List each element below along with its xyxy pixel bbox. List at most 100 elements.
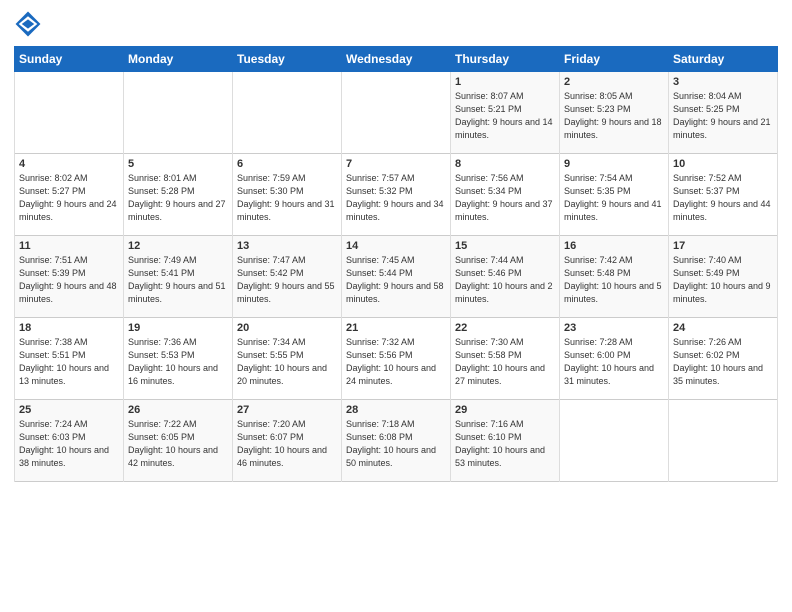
day-info: Sunrise: 7:34 AMSunset: 5:55 PMDaylight:… [237, 336, 337, 388]
day-info: Sunrise: 7:42 AMSunset: 5:48 PMDaylight:… [564, 254, 664, 306]
calendar-cell: 1 Sunrise: 8:07 AMSunset: 5:21 PMDaylight… [451, 72, 560, 154]
calendar-container: SundayMondayTuesdayWednesdayThursdayFrid… [0, 0, 792, 488]
day-number: 14 [346, 240, 446, 252]
logo-icon [14, 10, 42, 38]
calendar-cell: 25 Sunrise: 7:24 AMSunset: 6:03 PMDayligh… [15, 400, 124, 482]
calendar-week-row: 18 Sunrise: 7:38 AMSunset: 5:51 PMDayligh… [15, 318, 778, 400]
calendar-cell: 19 Sunrise: 7:36 AMSunset: 5:53 PMDayligh… [124, 318, 233, 400]
weekday-header: Saturday [669, 47, 778, 72]
weekday-header: Wednesday [342, 47, 451, 72]
calendar-cell [560, 400, 669, 482]
day-info: Sunrise: 8:01 AMSunset: 5:28 PMDaylight:… [128, 172, 228, 224]
day-number: 20 [237, 322, 337, 334]
day-number: 9 [564, 158, 664, 170]
calendar-cell: 22Sunrise: 7:30 AMSunset: 5:58 PMDayligh… [451, 318, 560, 400]
day-number: 1 [455, 76, 555, 88]
weekday-header: Thursday [451, 47, 560, 72]
day-number: 29 [455, 404, 555, 416]
calendar-cell: 21 Sunrise: 7:32 AMSunset: 5:56 PMDayligh… [342, 318, 451, 400]
calendar-cell: 13 Sunrise: 7:47 AMSunset: 5:42 PMDayligh… [233, 236, 342, 318]
day-info: Sunrise: 8:04 AMSunset: 5:25 PMDaylight:… [673, 90, 773, 142]
day-number: 23 [564, 322, 664, 334]
day-number: 19 [128, 322, 228, 334]
day-number: 8 [455, 158, 555, 170]
day-number: 10 [673, 158, 773, 170]
weekday-header: Friday [560, 47, 669, 72]
day-number: 7 [346, 158, 446, 170]
calendar-cell: 16 Sunrise: 7:42 AMSunset: 5:48 PMDayligh… [560, 236, 669, 318]
day-info: Sunrise: 7:30 AMSunset: 5:58 PMDaylight:… [455, 336, 555, 388]
day-info: Sunrise: 7:40 AMSunset: 5:49 PMDaylight:… [673, 254, 773, 306]
calendar-cell: 27Sunrise: 7:20 AMSunset: 6:07 PMDayligh… [233, 400, 342, 482]
day-number: 11 [19, 240, 119, 252]
day-info: Sunrise: 7:26 AMSunset: 6:02 PMDaylight:… [673, 336, 773, 388]
day-number: 27 [237, 404, 337, 416]
calendar-week-row: 4Sunrise: 8:02 AMSunset: 5:27 PMDaylight… [15, 154, 778, 236]
header [14, 10, 778, 38]
calendar-cell [15, 72, 124, 154]
calendar-cell: 26 Sunrise: 7:22 AMSunset: 6:05 PMDayligh… [124, 400, 233, 482]
calendar-cell: 2 Sunrise: 8:05 AMSunset: 5:23 PMDaylight… [560, 72, 669, 154]
calendar-cell: 14 Sunrise: 7:45 AMSunset: 5:44 PMDayligh… [342, 236, 451, 318]
day-number: 6 [237, 158, 337, 170]
day-number: 16 [564, 240, 664, 252]
calendar-cell: 17 Sunrise: 7:40 AMSunset: 5:49 PMDayligh… [669, 236, 778, 318]
calendar-cell: 8 Sunrise: 7:56 AMSunset: 5:34 PMDaylight… [451, 154, 560, 236]
day-number: 21 [346, 322, 446, 334]
calendar-cell: 23Sunrise: 7:28 AMSunset: 6:00 PMDayligh… [560, 318, 669, 400]
calendar-cell: 12 Sunrise: 7:49 AMSunset: 5:41 PMDayligh… [124, 236, 233, 318]
day-info: Sunrise: 8:07 AMSunset: 5:21 PMDaylight:… [455, 90, 555, 142]
day-number: 17 [673, 240, 773, 252]
calendar-cell: 11 Sunrise: 7:51 AMSunset: 5:39 PMDayligh… [15, 236, 124, 318]
calendar-cell: 4Sunrise: 8:02 AMSunset: 5:27 PMDaylight… [15, 154, 124, 236]
day-info: Sunrise: 7:32 AMSunset: 5:56 PMDaylight:… [346, 336, 446, 388]
day-number: 4 [19, 158, 119, 170]
day-info: Sunrise: 7:57 AMSunset: 5:32 PMDaylight:… [346, 172, 446, 224]
calendar-cell [669, 400, 778, 482]
day-number: 26 [128, 404, 228, 416]
day-number: 2 [564, 76, 664, 88]
weekday-header-row: SundayMondayTuesdayWednesdayThursdayFrid… [15, 47, 778, 72]
calendar-week-row: 11 Sunrise: 7:51 AMSunset: 5:39 PMDayligh… [15, 236, 778, 318]
day-number: 25 [19, 404, 119, 416]
day-number: 13 [237, 240, 337, 252]
calendar-cell: 18 Sunrise: 7:38 AMSunset: 5:51 PMDayligh… [15, 318, 124, 400]
day-number: 28 [346, 404, 446, 416]
day-info: Sunrise: 7:49 AMSunset: 5:41 PMDaylight:… [128, 254, 228, 306]
day-info: Sunrise: 7:59 AMSunset: 5:30 PMDaylight:… [237, 172, 337, 224]
calendar-cell: 20 Sunrise: 7:34 AMSunset: 5:55 PMDayligh… [233, 318, 342, 400]
day-info: Sunrise: 7:38 AMSunset: 5:51 PMDaylight:… [19, 336, 119, 388]
day-info: Sunrise: 7:54 AMSunset: 5:35 PMDaylight:… [564, 172, 664, 224]
day-info: Sunrise: 7:36 AMSunset: 5:53 PMDaylight:… [128, 336, 228, 388]
calendar-cell: 7 Sunrise: 7:57 AMSunset: 5:32 PMDaylight… [342, 154, 451, 236]
calendar-cell: 24 Sunrise: 7:26 AMSunset: 6:02 PMDayligh… [669, 318, 778, 400]
day-number: 15 [455, 240, 555, 252]
day-number: 24 [673, 322, 773, 334]
day-info: Sunrise: 8:05 AMSunset: 5:23 PMDaylight:… [564, 90, 664, 142]
calendar-cell: 29 Sunrise: 7:16 AMSunset: 6:10 PMDayligh… [451, 400, 560, 482]
day-number: 3 [673, 76, 773, 88]
weekday-header: Sunday [15, 47, 124, 72]
day-info: Sunrise: 7:18 AMSunset: 6:08 PMDaylight:… [346, 418, 446, 470]
day-info: Sunrise: 7:44 AMSunset: 5:46 PMDaylight:… [455, 254, 555, 306]
day-info: Sunrise: 7:52 AMSunset: 5:37 PMDaylight:… [673, 172, 773, 224]
calendar-cell: 9 Sunrise: 7:54 AMSunset: 5:35 PMDaylight… [560, 154, 669, 236]
day-info: Sunrise: 7:47 AMSunset: 5:42 PMDaylight:… [237, 254, 337, 306]
day-info: Sunrise: 7:22 AMSunset: 6:05 PMDaylight:… [128, 418, 228, 470]
day-info: Sunrise: 7:45 AMSunset: 5:44 PMDaylight:… [346, 254, 446, 306]
calendar-cell: 28 Sunrise: 7:18 AMSunset: 6:08 PMDayligh… [342, 400, 451, 482]
logo [14, 10, 44, 38]
calendar-cell: 3 Sunrise: 8:04 AMSunset: 5:25 PMDaylight… [669, 72, 778, 154]
day-info: Sunrise: 7:16 AMSunset: 6:10 PMDaylight:… [455, 418, 555, 470]
calendar-table: SundayMondayTuesdayWednesdayThursdayFrid… [14, 46, 778, 482]
day-number: 12 [128, 240, 228, 252]
calendar-cell [342, 72, 451, 154]
weekday-header: Tuesday [233, 47, 342, 72]
day-info: Sunrise: 7:24 AMSunset: 6:03 PMDaylight:… [19, 418, 119, 470]
calendar-cell: 6 Sunrise: 7:59 AMSunset: 5:30 PMDaylight… [233, 154, 342, 236]
day-info: Sunrise: 7:56 AMSunset: 5:34 PMDaylight:… [455, 172, 555, 224]
weekday-header: Monday [124, 47, 233, 72]
day-number: 18 [19, 322, 119, 334]
day-info: Sunrise: 7:51 AMSunset: 5:39 PMDaylight:… [19, 254, 119, 306]
calendar-week-row: 1 Sunrise: 8:07 AMSunset: 5:21 PMDaylight… [15, 72, 778, 154]
